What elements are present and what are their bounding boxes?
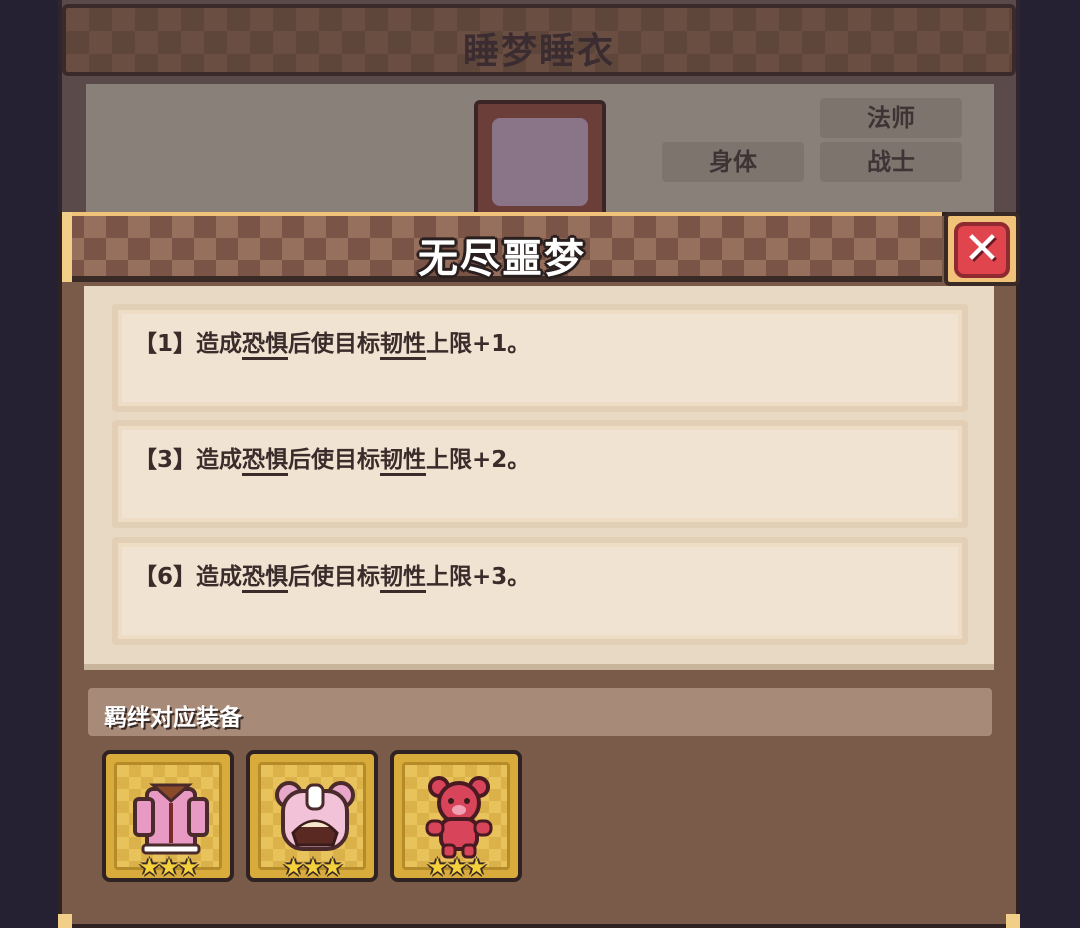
tier-label: 【6】 bbox=[134, 564, 197, 590]
background-item-title: 睡梦睡衣 bbox=[462, 31, 615, 72]
effect-middle: 后使目标 bbox=[288, 447, 381, 473]
close-button[interactable]: ✕ bbox=[944, 212, 1020, 286]
pajama-item-icon bbox=[492, 118, 588, 206]
effect-suffix: 上限+1。 bbox=[426, 331, 531, 357]
equipment-slot-nightcap[interactable]: ★★★ bbox=[246, 750, 378, 882]
popup-corner-bottom-right bbox=[1006, 914, 1020, 928]
effect-tier-3: 【3】造成恐惧后使目标韧性上限+2。 bbox=[112, 420, 968, 528]
tag-mage: 法师 bbox=[820, 98, 962, 138]
effect-suffix: 上限+3。 bbox=[426, 564, 531, 590]
popup-header-accent bbox=[62, 212, 72, 282]
tag-body: 身体 bbox=[662, 142, 804, 182]
background-left-edge bbox=[0, 0, 58, 928]
bear-nightcap-icon bbox=[275, 781, 355, 851]
equipment-slot-pajama[interactable]: ★★★ bbox=[102, 750, 234, 882]
equipment-slot-frame: ★★★ bbox=[402, 762, 510, 881]
red-teddy-bear-icon bbox=[425, 776, 493, 859]
effect-tier-6: 【6】造成恐惧后使目标韧性上限+3。 bbox=[112, 537, 968, 645]
tier-label: 【3】 bbox=[134, 447, 197, 473]
background-right-edge bbox=[1020, 0, 1080, 928]
background-item-header: 睡梦睡衣 bbox=[62, 4, 1016, 76]
tier-label: 【1】 bbox=[134, 331, 197, 357]
equipment-slot-frame: ★★★ bbox=[258, 762, 366, 881]
keyword-tenacity[interactable]: 韧性 bbox=[380, 447, 427, 476]
effect-prefix: 造成 bbox=[196, 447, 243, 473]
equipment-slot-teddy[interactable]: ★★★ bbox=[390, 750, 522, 882]
keyword-tenacity[interactable]: 韧性 bbox=[380, 331, 427, 360]
close-icon[interactable]: ✕ bbox=[954, 222, 1010, 278]
keyword-fear[interactable]: 恐惧 bbox=[242, 564, 289, 593]
effect-text: 【1】造成恐惧后使目标韧性上限+1。 bbox=[134, 324, 531, 360]
effect-prefix: 造成 bbox=[196, 331, 243, 357]
effect-prefix: 造成 bbox=[196, 564, 243, 590]
keyword-tenacity[interactable]: 韧性 bbox=[380, 564, 427, 593]
effect-text: 【3】造成恐惧后使目标韧性上限+2。 bbox=[134, 440, 531, 476]
effect-middle: 后使目标 bbox=[288, 331, 381, 357]
keyword-fear[interactable]: 恐惧 bbox=[242, 331, 289, 360]
effect-middle: 后使目标 bbox=[288, 564, 381, 590]
star-rating: ★★★ bbox=[426, 853, 488, 881]
set-equipment-label: 羁绊对应装备 bbox=[104, 705, 242, 731]
popup-header: 无尽噩梦 bbox=[62, 212, 942, 282]
effect-text: 【6】造成恐惧后使目标韧性上限+3。 bbox=[134, 557, 531, 593]
keyword-fear[interactable]: 恐惧 bbox=[242, 447, 289, 476]
tag-warrior: 战士 bbox=[820, 142, 962, 182]
star-rating: ★★★ bbox=[282, 853, 344, 881]
set-equipment-header: 羁绊对应装备 bbox=[88, 688, 992, 736]
effect-tier-1: 【1】造成恐惧后使目标韧性上限+1。 bbox=[112, 304, 968, 412]
popup-corner-bottom-left bbox=[58, 914, 72, 928]
popup-title: 无尽噩梦 bbox=[418, 236, 586, 282]
star-rating: ★★★ bbox=[138, 853, 200, 881]
pink-pajama-robe-icon bbox=[133, 783, 209, 855]
equipment-slot-frame: ★★★ bbox=[114, 762, 222, 881]
background-item-slot bbox=[474, 100, 606, 220]
effect-suffix: 上限+2。 bbox=[426, 447, 531, 473]
